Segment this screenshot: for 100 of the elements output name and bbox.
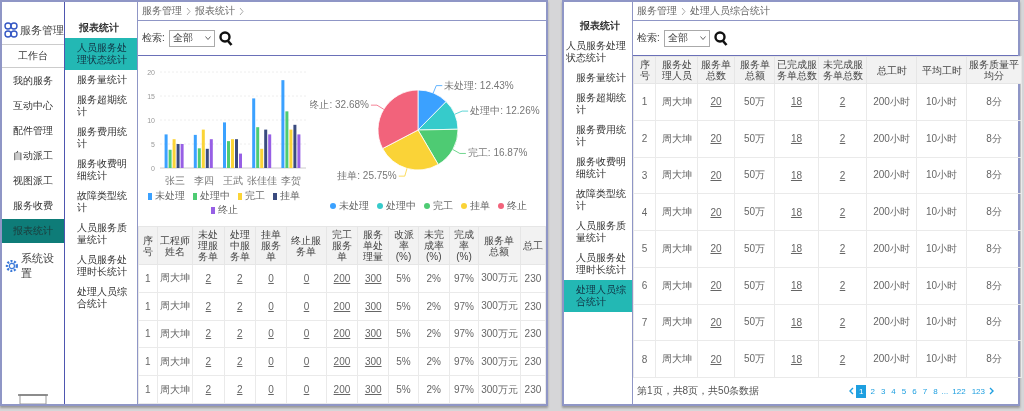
menu-item[interactable]: 故障类型统计: [564, 184, 632, 216]
link-cell[interactable]: 300: [357, 292, 389, 321]
link-cell[interactable]: 0: [286, 347, 327, 376]
link-cell[interactable]: 2: [192, 375, 225, 404]
menu-item[interactable]: 处理人员综合统计: [564, 280, 632, 312]
menu-item[interactable]: 人员服务处理状态统计: [65, 38, 137, 70]
link-cell[interactable]: 0: [286, 320, 327, 348]
link-cell[interactable]: 20: [697, 83, 735, 121]
page-ellipsis: ...: [941, 386, 949, 396]
link-cell[interactable]: 2: [224, 292, 256, 321]
link-cell[interactable]: 300: [357, 347, 389, 376]
link-cell[interactable]: 18: [774, 230, 819, 268]
link-cell[interactable]: 2: [192, 292, 225, 321]
link-cell[interactable]: 200: [326, 375, 358, 404]
link-cell[interactable]: 2: [818, 267, 867, 304]
link-cell[interactable]: 20: [697, 120, 735, 157]
link-cell[interactable]: 20: [697, 230, 735, 268]
link-cell[interactable]: 200: [326, 264, 358, 293]
filter-dropdown[interactable]: 全部: [663, 29, 710, 47]
next-icon[interactable]: [989, 387, 994, 395]
link-cell[interactable]: 18: [774, 83, 819, 121]
column-header: 平均工时: [916, 56, 967, 84]
nav-item[interactable]: 视图派工: [2, 169, 64, 193]
link-cell[interactable]: 18: [774, 340, 819, 378]
link-cell[interactable]: 0: [286, 292, 327, 321]
link-cell[interactable]: 20: [697, 340, 735, 378]
table-cell: 300万元: [478, 347, 521, 376]
workbench-button[interactable]: 工作台: [2, 44, 64, 68]
link-cell[interactable]: 200: [326, 347, 358, 376]
link-cell[interactable]: 2: [818, 157, 867, 194]
link-cell[interactable]: 18: [774, 267, 819, 304]
table-cell: 周大坤: [655, 304, 698, 341]
menu-item[interactable]: 人员服务质量统计: [65, 218, 137, 250]
link-cell[interactable]: 18: [774, 193, 819, 231]
breadcrumb-link[interactable]: 报表统计: [195, 4, 235, 18]
menu-item[interactable]: 人员服务处理状态统计: [564, 36, 632, 68]
link-cell[interactable]: 200: [326, 320, 358, 348]
menu-item[interactable]: 人员服务处理时长统计: [564, 248, 632, 280]
link-cell[interactable]: 2: [224, 375, 256, 404]
nav-item[interactable]: 配件管理: [2, 119, 64, 143]
link-cell[interactable]: 0: [255, 347, 287, 376]
link-cell[interactable]: 2: [818, 340, 867, 378]
link-cell[interactable]: 2: [192, 320, 225, 348]
column-header: 未完成服务单总数: [818, 56, 867, 84]
menu-item[interactable]: 人员服务质量统计: [564, 216, 632, 248]
menu-item[interactable]: 服务收费明细统计: [564, 152, 632, 184]
link-cell[interactable]: 2: [224, 264, 256, 293]
settings-link[interactable]: 系统设置: [20, 251, 64, 281]
table-cell: 200小时: [866, 304, 917, 341]
link-cell[interactable]: 300: [357, 375, 389, 404]
breadcrumb-link[interactable]: 服务管理: [142, 4, 182, 18]
table-cell: 8分: [966, 304, 1022, 341]
link-cell[interactable]: 2: [192, 264, 225, 293]
table-cell: 200小时: [866, 230, 917, 268]
breadcrumb-link[interactable]: 处理人员综合统计: [690, 4, 770, 18]
menu-item[interactable]: 服务收费明细统计: [65, 154, 137, 186]
menu-item[interactable]: 服务量统计: [564, 68, 632, 88]
breadcrumb-link[interactable]: 服务管理: [637, 4, 677, 18]
link-cell[interactable]: 300: [357, 264, 389, 293]
link-cell[interactable]: 2: [818, 193, 867, 231]
link-cell[interactable]: 20: [697, 157, 735, 194]
link-cell[interactable]: 300: [357, 320, 389, 348]
link-cell[interactable]: 20: [697, 193, 735, 231]
menu-item[interactable]: 故障类型统计: [65, 186, 137, 218]
link-cell[interactable]: 200: [326, 292, 358, 321]
menu-item[interactable]: 人员服务处理时长统计: [65, 250, 137, 282]
menu-item[interactable]: 服务量统计: [65, 70, 137, 90]
nav-item[interactable]: 我的服务: [2, 69, 64, 93]
menu-item[interactable]: 服务超期统计: [564, 88, 632, 120]
link-cell[interactable]: 0: [255, 292, 287, 321]
menu-item[interactable]: 服务费用统计: [564, 120, 632, 152]
previous-icon[interactable]: [849, 387, 854, 395]
link-cell[interactable]: 18: [774, 157, 819, 194]
link-cell[interactable]: 0: [286, 375, 327, 404]
link-cell[interactable]: 2: [224, 347, 256, 376]
nav-item[interactable]: 自动派工: [2, 144, 64, 168]
link-cell[interactable]: 2: [818, 120, 867, 157]
nav-item[interactable]: 互动中心: [2, 94, 64, 118]
link-cell[interactable]: 2: [192, 347, 225, 376]
menu-item[interactable]: 处理人员综合统计: [65, 282, 137, 314]
link-cell[interactable]: 2: [818, 230, 867, 268]
link-cell[interactable]: 20: [697, 304, 735, 341]
column-header: 服务单处理量: [357, 226, 389, 265]
link-cell[interactable]: 2: [818, 83, 867, 121]
link-cell[interactable]: 0: [255, 320, 287, 348]
link-cell[interactable]: 18: [774, 304, 819, 341]
table-cell: 周大坤: [157, 264, 193, 293]
link-cell[interactable]: 18: [774, 120, 819, 157]
link-cell[interactable]: 2: [224, 320, 256, 348]
link-cell[interactable]: 0: [255, 375, 287, 404]
search-icon[interactable]: [713, 30, 728, 46]
menu-item[interactable]: 服务费用统计: [65, 122, 137, 154]
link-cell[interactable]: 2: [818, 304, 867, 341]
filter-dropdown[interactable]: 全部: [168, 29, 215, 47]
search-icon[interactable]: [218, 30, 233, 46]
link-cell[interactable]: 20: [697, 267, 735, 304]
link-cell[interactable]: 0: [286, 264, 327, 293]
menu-item[interactable]: 服务超期统计: [65, 90, 137, 122]
nav-item[interactable]: 服务收费: [2, 194, 64, 218]
link-cell[interactable]: 0: [255, 264, 287, 293]
